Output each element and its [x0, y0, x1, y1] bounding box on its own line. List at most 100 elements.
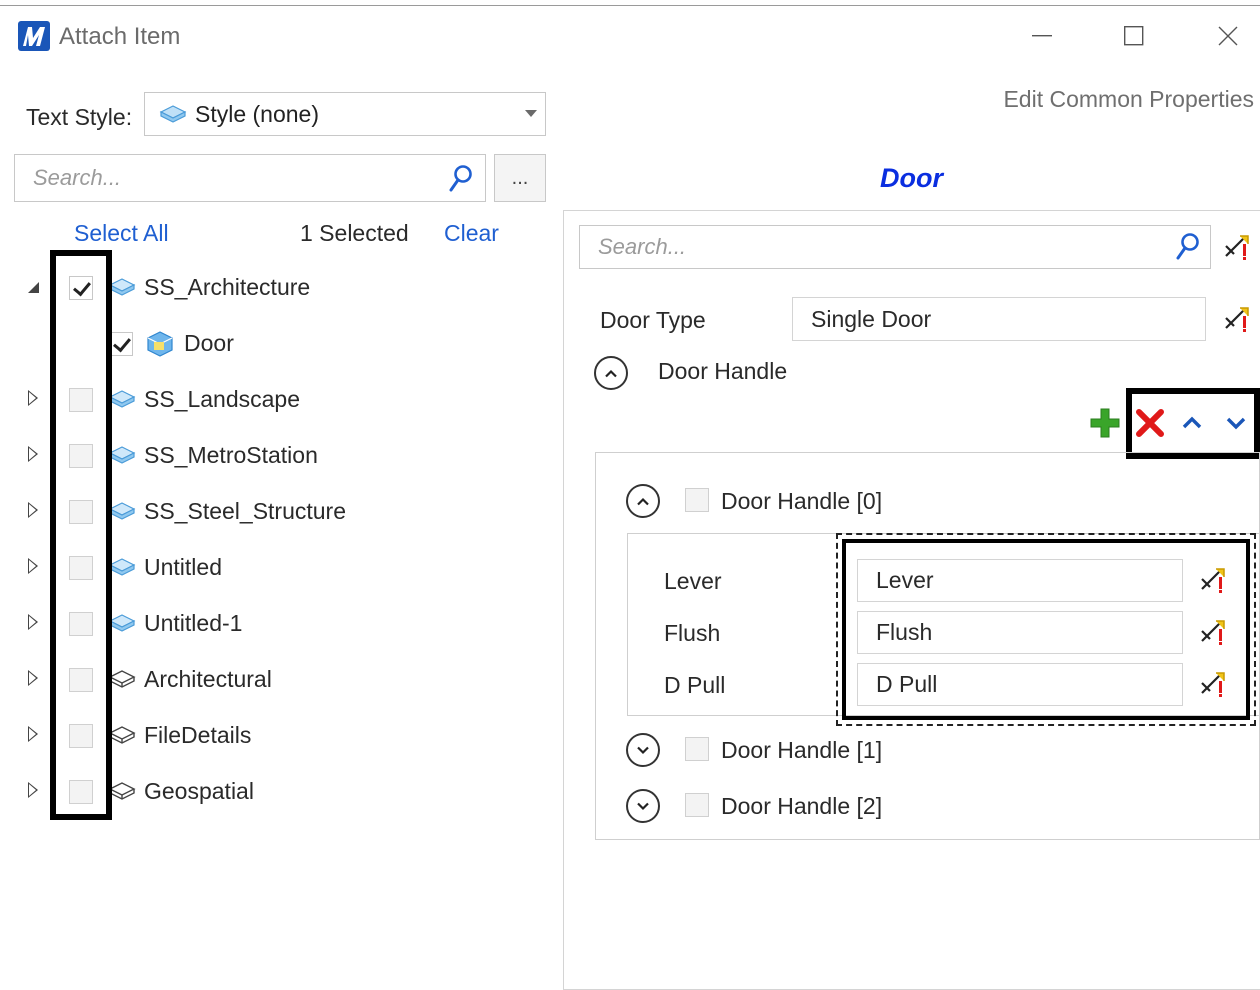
- left-search-field[interactable]: [14, 154, 486, 202]
- maximize-button[interactable]: [1112, 18, 1156, 54]
- search-icon[interactable]: [1174, 232, 1200, 267]
- tree-item-checkbox[interactable]: [69, 500, 93, 524]
- blue-schema-icon: [108, 444, 136, 468]
- minimize-button[interactable]: [1020, 18, 1064, 54]
- delete-icon[interactable]: [1130, 403, 1170, 443]
- door-handle-label: Door Handle: [658, 358, 788, 384]
- close-button[interactable]: [1206, 18, 1250, 54]
- tree-item-untitled[interactable]: Untitled: [0, 540, 560, 596]
- tree-item-door[interactable]: Door: [0, 316, 560, 372]
- property-options-icon[interactable]: [1220, 302, 1254, 336]
- group-label: Door Handle [1]: [721, 737, 883, 763]
- collapse-door-handle-button[interactable]: [594, 356, 628, 390]
- right-search-field[interactable]: [579, 225, 1211, 269]
- text-style-label: Text Style:: [26, 104, 133, 130]
- tree-item-label: SS_MetroStation: [144, 442, 318, 468]
- blue-schema-icon: [108, 388, 136, 412]
- tree-item-checkbox[interactable]: [69, 388, 93, 412]
- property-label: Lever: [664, 568, 722, 594]
- tree-item-checkbox[interactable]: [69, 668, 93, 692]
- tree-item-label: Geospatial: [144, 778, 254, 804]
- blue-schema-icon: [108, 276, 136, 300]
- tree-item-label: Untitled: [144, 554, 222, 580]
- expand-group-button[interactable]: [626, 733, 660, 767]
- group-checkbox[interactable]: [685, 793, 709, 817]
- expand-triangle-icon[interactable]: [28, 782, 38, 798]
- tree-item-checkbox[interactable]: [69, 612, 93, 636]
- collapse-group-button[interactable]: [626, 484, 660, 518]
- group-checkbox[interactable]: [685, 737, 709, 761]
- tree-item-label: Door: [184, 330, 234, 356]
- tree-item-geospatial[interactable]: Geospatial: [0, 764, 560, 820]
- gray-schema-icon: [108, 780, 136, 804]
- tree-item-architectural[interactable]: Architectural: [0, 652, 560, 708]
- gray-schema-icon: [108, 668, 136, 692]
- select-all-link[interactable]: Select All: [74, 220, 169, 247]
- chevron-down-icon: [525, 110, 537, 117]
- expand-triangle-icon[interactable]: [28, 726, 38, 742]
- property-options-icon[interactable]: [1196, 667, 1230, 701]
- app-logo-icon: [18, 21, 50, 51]
- property-value-input[interactable]: [874, 618, 1154, 647]
- tree-item-label: Untitled-1: [144, 610, 243, 636]
- style-icon: [159, 104, 187, 124]
- right-search-input[interactable]: [596, 233, 1104, 261]
- gray-schema-icon: [108, 724, 136, 748]
- door-type-label: Door Type: [600, 307, 706, 333]
- expand-group-button[interactable]: [626, 789, 660, 823]
- move-down-icon[interactable]: [1216, 403, 1256, 443]
- tree-item-label: Architectural: [144, 666, 272, 692]
- selected-count: 1 Selected: [300, 220, 409, 246]
- text-style-dropdown[interactable]: Style (none): [144, 92, 546, 136]
- expand-triangle-icon[interactable]: [28, 502, 38, 518]
- more-options-button[interactable]: ...: [494, 154, 546, 202]
- property-value-field[interactable]: [857, 559, 1183, 602]
- search-icon[interactable]: [447, 164, 473, 199]
- expand-triangle-icon[interactable]: [28, 558, 38, 574]
- expand-triangle-icon[interactable]: [28, 670, 38, 686]
- tree-item-checkbox[interactable]: [69, 724, 93, 748]
- property-label: D Pull: [664, 672, 726, 698]
- tree-item-label: FileDetails: [144, 722, 252, 748]
- door-type-input[interactable]: [809, 304, 1164, 334]
- move-up-icon[interactable]: [1172, 403, 1212, 443]
- edit-common-properties-link[interactable]: Edit Common Properties: [1003, 86, 1254, 113]
- tree-item-label: SS_Landscape: [144, 386, 301, 412]
- tree-item-checkbox[interactable]: [109, 332, 133, 356]
- blue-class-icon: [145, 330, 173, 357]
- property-value-field[interactable]: [857, 611, 1183, 654]
- tree-item-checkbox[interactable]: [69, 276, 93, 300]
- collapse-triangle-icon[interactable]: [28, 282, 39, 293]
- property-value-input[interactable]: [874, 566, 1154, 595]
- tree-item-checkbox[interactable]: [69, 780, 93, 804]
- tree-item-ss-steel-structure[interactable]: SS_Steel_Structure: [0, 484, 560, 540]
- tree-item-filedetails[interactable]: FileDetails: [0, 708, 560, 764]
- left-search-input[interactable]: [31, 164, 411, 192]
- blue-schema-icon: [108, 500, 136, 524]
- property-options-icon[interactable]: [1220, 230, 1254, 264]
- blue-schema-icon: [108, 556, 136, 580]
- group-checkbox[interactable]: [685, 488, 709, 512]
- window-title: Attach Item: [59, 23, 181, 50]
- tree-item-ss-landscape[interactable]: SS_Landscape: [0, 372, 560, 428]
- property-value-field[interactable]: [857, 663, 1183, 706]
- tree-item-label: SS_Steel_Structure: [144, 498, 347, 524]
- property-options-icon[interactable]: [1196, 563, 1230, 597]
- group-label: Door Handle [2]: [721, 793, 883, 819]
- tree-item-ss-architecture[interactable]: SS_Architecture: [0, 260, 560, 316]
- expand-triangle-icon[interactable]: [28, 614, 38, 630]
- tree-item-ss-metrostation[interactable]: SS_MetroStation: [0, 428, 560, 484]
- tree-item-label: SS_Architecture: [144, 274, 311, 300]
- property-label: Flush: [664, 620, 721, 646]
- expand-triangle-icon[interactable]: [28, 446, 38, 462]
- blue-schema-icon: [108, 612, 136, 636]
- tree-item-checkbox[interactable]: [69, 556, 93, 580]
- clear-link[interactable]: Clear: [444, 220, 499, 247]
- tree-item-untitled-1[interactable]: Untitled-1: [0, 596, 560, 652]
- tree-item-checkbox[interactable]: [69, 444, 93, 468]
- expand-triangle-icon[interactable]: [28, 390, 38, 406]
- property-value-input[interactable]: [874, 670, 1154, 699]
- property-options-icon[interactable]: [1196, 615, 1230, 649]
- add-icon[interactable]: [1085, 403, 1125, 443]
- door-type-field[interactable]: [792, 297, 1206, 341]
